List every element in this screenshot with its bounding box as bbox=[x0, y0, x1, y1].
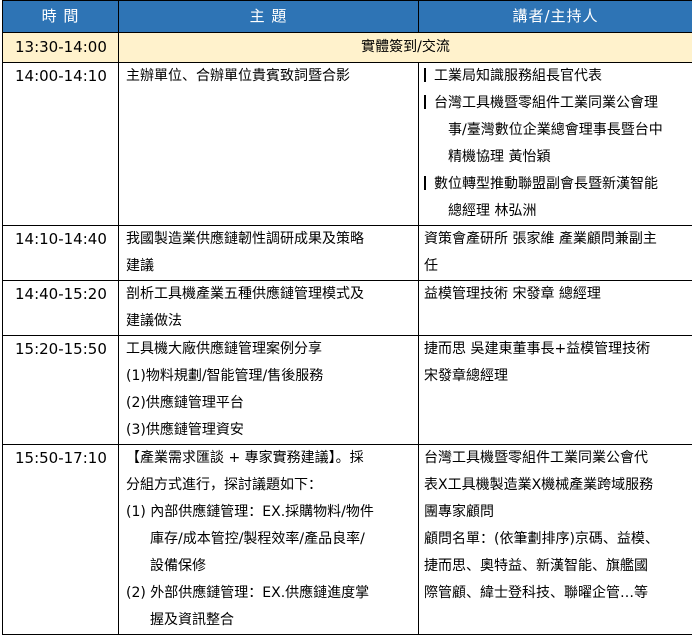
topic-item-continuation: 庫存/成本管控/製程效率/產品良率/ bbox=[150, 531, 365, 547]
speaker-bullet-line: 工業局知識服務組長官代表 bbox=[424, 63, 690, 90]
table-row: 14:10-14:40 我國製造業供應鏈韌性調研成果及策略 建議 資策會產研所 … bbox=[2, 225, 692, 281]
speaker-bullet-continuation: 精機協理 黃怡穎 bbox=[448, 149, 551, 165]
topic-line: (3)供應鏈管理資安 bbox=[126, 422, 244, 438]
session-time: 14:00-14:10 bbox=[2, 62, 119, 226]
speaker-line: 捷而思 吳建東董事長+益模管理技術 bbox=[424, 341, 651, 357]
topic-line: 主辦單位、合辦單位貴賓致詞暨合影 bbox=[126, 68, 350, 84]
session-speaker: 益模管理技術 宋發章 總經理 bbox=[418, 280, 692, 336]
speaker-bullet-continuation: 事/臺灣數位企業總會理事長暨台中 bbox=[448, 122, 663, 138]
session-time: 14:10-14:40 bbox=[2, 225, 119, 281]
topic-item-continuation: 設備保修 bbox=[150, 558, 206, 574]
session-speaker: 工業局知識服務組長官代表 台灣工具機暨零組件工業同業公會理 事/臺灣數位企業總會… bbox=[418, 62, 692, 226]
topic-line: 建議做法 bbox=[126, 313, 182, 329]
speaker-line: 益模管理技術 宋發章 總經理 bbox=[424, 286, 601, 302]
topic-item-number: (1) bbox=[126, 504, 146, 520]
speaker-line: 表X工具機製造業X機械產業跨域服務 bbox=[424, 477, 654, 493]
topic-line: 工具機大廠供應鏈管理案例分享 bbox=[126, 341, 322, 357]
speaker-line: 宋發章總經理 bbox=[424, 368, 508, 384]
topic-item-line: (2) 外部供應鏈管理：EX.供應鏈進度掌 bbox=[126, 585, 370, 601]
session-time: 15:50-17:10 bbox=[2, 444, 119, 635]
session-topic: 我國製造業供應鏈韌性調研成果及策略 建議 bbox=[118, 225, 419, 281]
speaker-bullet-line: 數位轉型推動聯盟副會長暨新漢智能 bbox=[424, 171, 690, 198]
session-topic: 主辦單位、合辦單位貴賓致詞暨合影 bbox=[118, 62, 419, 226]
topic-line: 剖析工具機產業五種供應鏈管理模式及 bbox=[126, 286, 364, 302]
topic-line: 我國製造業供應鏈韌性調研成果及策略 bbox=[126, 231, 364, 247]
session-topic: 剖析工具機產業五種供應鏈管理模式及 建議做法 bbox=[118, 280, 419, 336]
speaker-line: 任 bbox=[424, 258, 438, 274]
bullet-bar-icon bbox=[424, 176, 426, 190]
bullet-bar-icon bbox=[424, 68, 426, 82]
session-topic: 【產業需求匯談 + 專家實務建議】。採 分組方式進行，探討議題如下： (1) 內… bbox=[118, 444, 419, 635]
speaker-line: 際管顧、緯士登科技、聯曜企管…等 bbox=[424, 585, 648, 601]
registration-row: 13:30-14:00 實體簽到/交流 bbox=[2, 32, 692, 63]
topic-line: (1)物料規劃/智能管理/售後服務 bbox=[126, 368, 324, 384]
session-speaker: 台灣工具機暨零組件工業同業公會代 表X工具機製造業X機械產業跨域服務 團專家顧問… bbox=[418, 444, 692, 635]
header-speaker: 講者/主持人 bbox=[418, 0, 692, 33]
topic-line: 【產業需求匯談 + 專家實務建議】。採 bbox=[126, 450, 364, 466]
topic-item-number: (2) bbox=[126, 585, 146, 601]
speaker-line: 團專家顧問 bbox=[424, 504, 494, 520]
session-topic: 工具機大廠供應鏈管理案例分享 (1)物料規劃/智能管理/售後服務 (2)供應鏈管… bbox=[118, 335, 419, 445]
registration-text: 實體簽到/交流 bbox=[118, 32, 692, 63]
header-time: 時 間 bbox=[2, 0, 119, 33]
agenda-table: 時 間 主 題 講者/主持人 13:30-14:00 實體簽到/交流 14:00… bbox=[2, 0, 692, 635]
table-row: 15:20-15:50 工具機大廠供應鏈管理案例分享 (1)物料規劃/智能管理/… bbox=[2, 335, 692, 445]
bullet-bar-icon bbox=[424, 95, 426, 109]
speaker-line: 捷而思、奧特益、新漢智能、旗艦國 bbox=[424, 558, 648, 574]
speaker-line: 顧問名單：(依筆劃排序)京碼、益模、 bbox=[424, 531, 659, 547]
topic-line: (2)供應鏈管理平台 bbox=[126, 395, 244, 411]
speaker-bullet-continuation: 總經理 林弘洲 bbox=[448, 203, 537, 219]
session-speaker: 捷而思 吳建東董事長+益模管理技術 宋發章總經理 bbox=[418, 335, 692, 445]
table-row: 15:50-17:10 【產業需求匯談 + 專家實務建議】。採 分組方式進行，探… bbox=[2, 444, 692, 635]
table-row: 14:00-14:10 主辦單位、合辦單位貴賓致詞暨合影 工業局知識服務組長官代… bbox=[2, 62, 692, 226]
topic-item-line: (1) 內部供應鏈管理：EX.採購物料/物件 bbox=[126, 504, 374, 520]
session-time: 14:40-15:20 bbox=[2, 280, 119, 336]
session-speaker: 資策會產研所 張家維 產業顧問兼副主 任 bbox=[418, 225, 692, 281]
header-row: 時 間 主 題 講者/主持人 bbox=[2, 0, 692, 33]
topic-item-continuation: 握及資訊整合 bbox=[150, 612, 234, 628]
header-topic: 主 題 bbox=[118, 0, 419, 33]
table-row: 14:40-15:20 剖析工具機產業五種供應鏈管理模式及 建議做法 益模管理技… bbox=[2, 280, 692, 336]
topic-line: 分組方式進行，探討議題如下： bbox=[126, 477, 322, 493]
session-time: 15:20-15:50 bbox=[2, 335, 119, 445]
speaker-bullet-line: 台灣工具機暨零組件工業同業公會理 bbox=[424, 90, 690, 117]
topic-line: 建議 bbox=[126, 258, 154, 274]
speaker-line: 資策會產研所 張家維 產業顧問兼副主 bbox=[424, 231, 657, 247]
registration-time: 13:30-14:00 bbox=[2, 32, 119, 63]
speaker-line: 台灣工具機暨零組件工業同業公會代 bbox=[424, 450, 648, 466]
